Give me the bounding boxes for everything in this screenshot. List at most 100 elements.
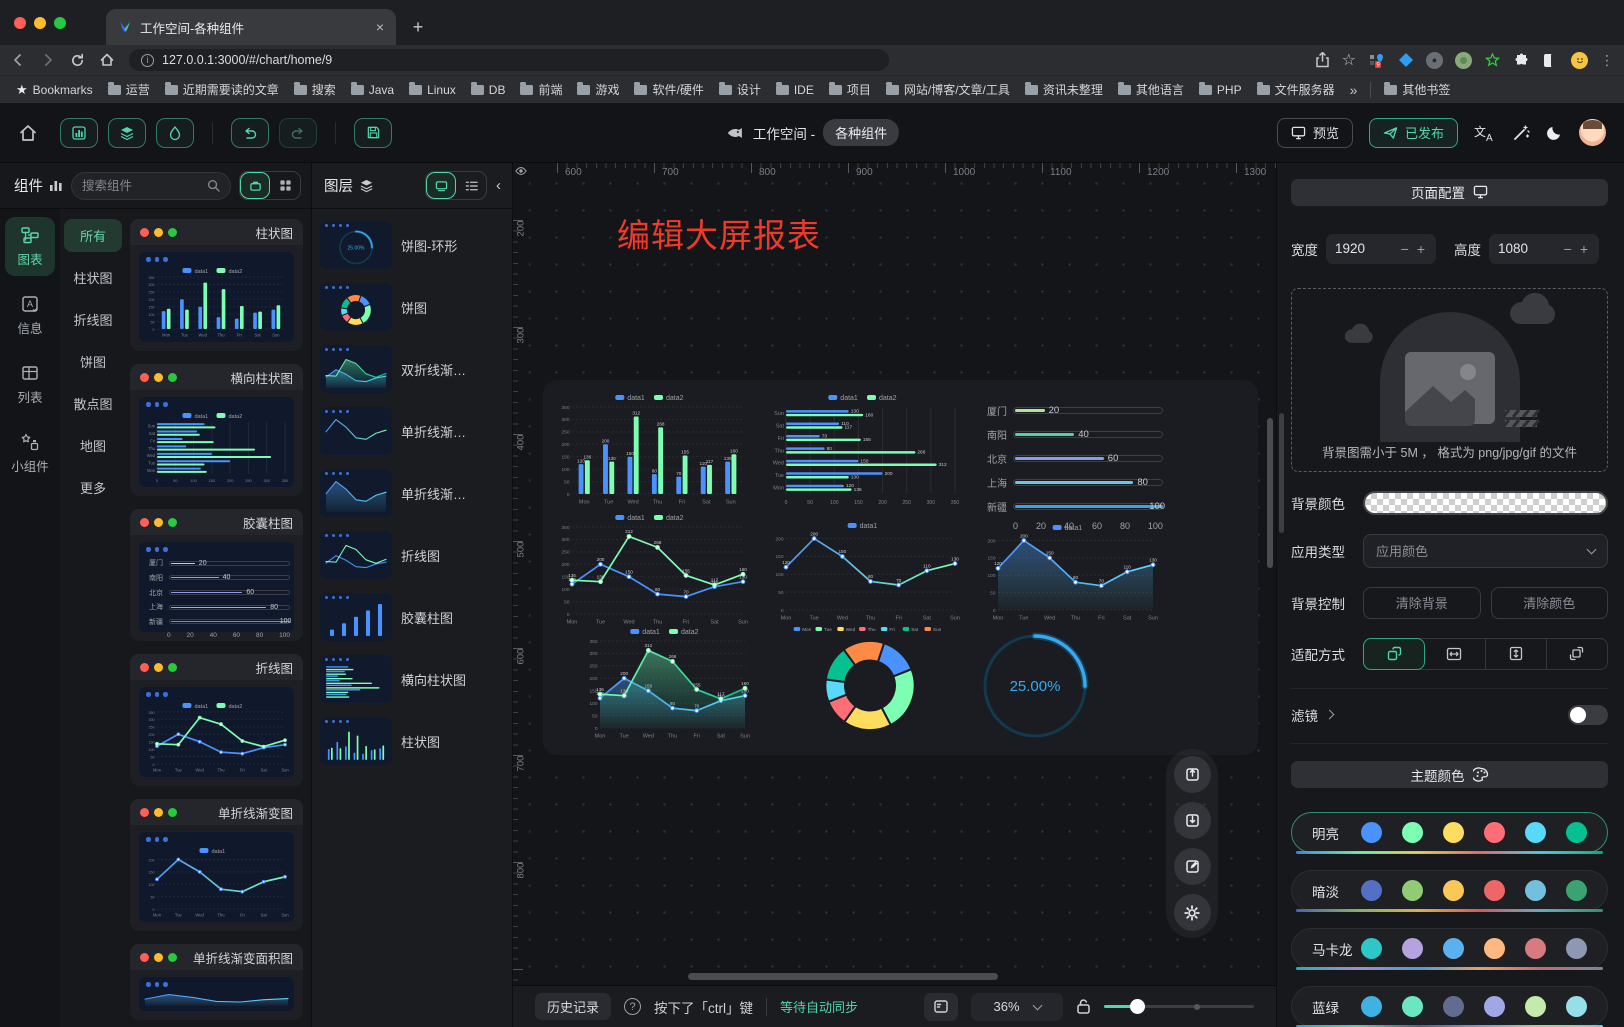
undo-button[interactable] <box>231 118 269 148</box>
bookmark-folder[interactable]: 游戏 <box>573 81 623 98</box>
preview-button[interactable]: 预览 <box>1277 118 1353 148</box>
category-all[interactable]: 所有 <box>64 219 122 252</box>
user-avatar[interactable] <box>1579 119 1606 146</box>
layer-item-hbar[interactable]: 横向柱状图 <box>320 655 504 703</box>
layer-item-bar[interactable]: 柱状图 <box>320 717 504 765</box>
back-icon[interactable] <box>10 52 26 68</box>
zoom-slider-handle[interactable] <box>1130 999 1145 1014</box>
screen-title-text[interactable]: 编辑大屏报表 <box>617 209 821 257</box>
other-bookmarks[interactable]: 其他书签 <box>1380 81 1454 98</box>
browser-menu-icon[interactable]: ⋮ <box>1600 52 1614 69</box>
tab-close-icon[interactable]: × <box>376 19 384 35</box>
bookmarks-manager[interactable]: ★Bookmarks <box>12 82 97 98</box>
bookmarks-overflow-icon[interactable]: » <box>1346 82 1362 98</box>
bg-color-swatch[interactable] <box>1363 491 1608 515</box>
bar-chart-widget[interactable]: data1data2050100150200250300350MonTueWed… <box>555 392 753 506</box>
category-line[interactable]: 折线图 <box>64 303 122 336</box>
extension-star-icon[interactable] <box>1484 52 1501 69</box>
theme-row-dim[interactable]: 暗淡 <box>1291 870 1608 911</box>
height-value[interactable]: 1080 <box>1498 241 1558 256</box>
browser-tab[interactable]: 工作空间-各种组件 × <box>106 9 396 45</box>
help-icon[interactable]: ? <box>624 998 641 1015</box>
category-more[interactable]: 更多 <box>64 471 122 504</box>
bookmark-folder[interactable]: 设计 <box>715 81 765 98</box>
category-bar[interactable]: 柱状图 <box>64 261 122 294</box>
fit-auto-button[interactable] <box>1363 638 1425 670</box>
export-button[interactable] <box>1174 756 1211 793</box>
minimize-window-button[interactable] <box>34 17 46 29</box>
save-button[interactable] <box>354 118 392 148</box>
width-value[interactable]: 1920 <box>1335 241 1395 256</box>
magic-wand-icon[interactable] <box>1512 124 1530 142</box>
height-decrease-button[interactable]: − <box>1562 241 1574 257</box>
theme-color-header[interactable]: 主题颜色 <box>1291 761 1608 788</box>
theme-row-bluegreen[interactable]: 蓝绿 <box>1291 986 1608 1027</box>
bookmark-folder[interactable]: 网站/博客/文章/工具 <box>882 81 1014 98</box>
chevron-right-icon[interactable] <box>1325 710 1335 720</box>
new-tab-button[interactable]: + <box>404 13 432 41</box>
category-scatter[interactable]: 散点图 <box>64 387 122 420</box>
page-config-header[interactable]: 页面配置 <box>1291 179 1608 206</box>
toggle-rulers-eye-icon[interactable] <box>513 163 529 179</box>
nav-item-info[interactable]: A 信息 <box>5 286 55 345</box>
site-info-icon[interactable]: i <box>141 54 154 67</box>
category-map[interactable]: 地图 <box>64 429 122 462</box>
dual-gradient-area-widget[interactable]: data1data2050100150200250300350MonTueWed… <box>583 626 755 740</box>
height-increase-button[interactable]: + <box>1578 241 1590 257</box>
zoom-slider[interactable] <box>1104 1005 1254 1008</box>
theme-row-macaron[interactable]: 马卡龙 <box>1291 928 1608 969</box>
bookmark-folder[interactable]: 前端 <box>516 81 566 98</box>
component-card-bar[interactable]: 柱状图 data1data2050100150200250300350MonTu… <box>130 219 303 351</box>
component-card-gradient-area[interactable]: 单折线渐变面积图 <box>130 944 303 1020</box>
bookmark-folder[interactable]: 运营 <box>104 81 154 98</box>
clear-color-button[interactable]: 清除颜色 <box>1491 587 1609 619</box>
hbar-chart-widget[interactable]: data1data2050100150200250300350MonTueWed… <box>769 392 965 506</box>
fit-width-button[interactable] <box>1424 639 1485 669</box>
collapse-panel-icon[interactable]: ‹ <box>493 177 504 194</box>
background-upload-dropzone[interactable]: 背景图需小于 5M ， 格式为 png/jpg/gif 的文件 <box>1291 288 1608 472</box>
settings-gear-icon[interactable] <box>1174 894 1211 931</box>
extension-green-circle-icon[interactable] <box>1455 52 1472 69</box>
redo-button[interactable] <box>279 118 317 148</box>
language-icon[interactable]: 文A <box>1474 124 1496 142</box>
component-card-capsule[interactable]: 胶囊柱图 厦门20南阳40北京60上海80新疆100020406080100 <box>130 509 303 641</box>
zoom-window-button[interactable] <box>54 17 66 29</box>
history-button[interactable]: 历史记录 <box>535 993 611 1020</box>
design-canvas[interactable]: 6007008009001000110012001300 20030040050… <box>513 163 1276 1027</box>
layers-panel-button[interactable] <box>108 118 146 148</box>
bookmark-folder[interactable]: PHP <box>1195 83 1246 97</box>
list-view-button[interactable] <box>456 172 486 199</box>
apply-type-select[interactable]: 应用颜色 <box>1363 534 1608 568</box>
charts-panel-button[interactable] <box>60 118 98 148</box>
layer-item-capsule[interactable]: 胶囊柱图 <box>320 593 504 641</box>
line-chart-widget[interactable]: data1data2050100150200250300350MonTueWed… <box>555 512 753 626</box>
zoom-level-select[interactable]: 36% <box>971 993 1063 1021</box>
bookmark-folder[interactable]: 软件/硬件 <box>630 81 707 98</box>
layer-item-dual-gradient-line[interactable]: 双折线渐… <box>320 345 504 393</box>
height-stepper[interactable]: 1080 − + <box>1489 234 1599 264</box>
grid-view-button[interactable] <box>270 172 300 199</box>
pie-chart-widget[interactable]: MonTueWedThuFriSatSun <box>791 624 949 744</box>
component-card-gradient-line[interactable]: 单折线渐变图 data1050100150200MonTueWedThuFriS… <box>130 799 303 931</box>
sidebar-toggle-icon[interactable] <box>1542 52 1559 69</box>
gradient-line-widget[interactable]: data1050100150200MonTueWedThuFriSatSun12… <box>769 520 965 622</box>
theme-row-bright[interactable]: 明亮 <box>1291 812 1608 853</box>
publish-button[interactable]: 已发布 <box>1369 118 1458 148</box>
project-name-badge[interactable]: 各种组件 <box>823 119 899 146</box>
import-button[interactable] <box>1174 802 1211 839</box>
nav-item-list[interactable]: 列表 <box>5 355 55 414</box>
dark-mode-moon-icon[interactable] <box>1546 124 1563 141</box>
capsule-chart-widget[interactable]: 厦门20南阳40北京60上海80新疆100020406080100 <box>981 398 1163 518</box>
extensions-puzzle-icon[interactable] <box>1513 52 1530 69</box>
fit-height-button[interactable] <box>1486 639 1547 669</box>
dashboard-artboard[interactable]: data1data2050100150200250300350MonTueWed… <box>543 380 1258 755</box>
extension-diamond-icon[interactable] <box>1397 52 1414 69</box>
vertical-scrollbar[interactable] <box>1267 418 1273 568</box>
component-card-hbar[interactable]: 横向柱状图 data1data2050100150200250300350Mon… <box>130 364 303 496</box>
app-home-icon[interactable] <box>18 123 38 143</box>
forward-icon[interactable] <box>40 52 56 68</box>
fit-stretch-button[interactable] <box>1547 639 1607 669</box>
single-view-button[interactable] <box>240 172 270 199</box>
search-input[interactable] <box>82 179 201 193</box>
style-drop-button[interactable] <box>156 118 194 148</box>
